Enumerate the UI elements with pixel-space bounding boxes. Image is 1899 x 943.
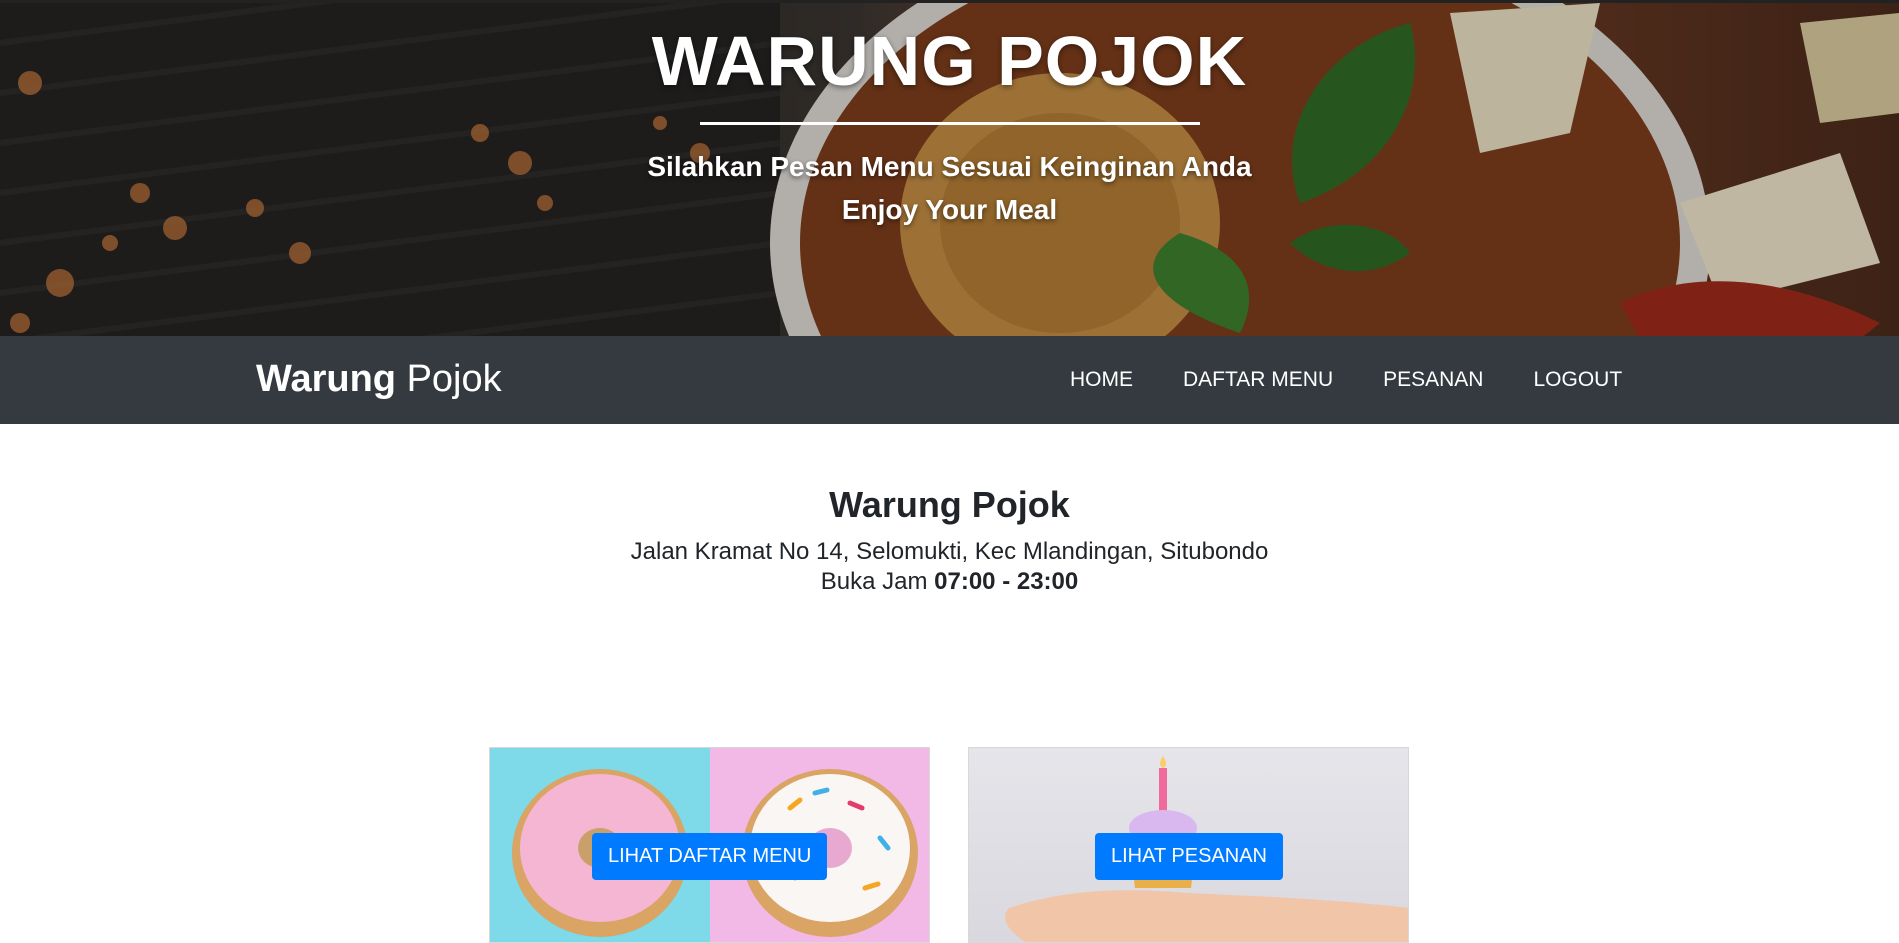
nav-logout[interactable]: LOGOUT [1533, 368, 1622, 392]
brand-light: Pojok [406, 358, 502, 400]
hours-label: Buka Jam [820, 568, 928, 595]
restaurant-name: Warung Pojok [829, 484, 1070, 525]
nav-daftar-menu[interactable]: DAFTAR MENU [1183, 368, 1333, 392]
orders-card: LIHAT PESANAN [968, 747, 1409, 943]
nav-home[interactable]: HOME [1070, 368, 1133, 392]
view-menu-button[interactable]: LIHAT DAFTAR MENU [592, 833, 828, 880]
hero-divider [700, 122, 1200, 125]
opening-hours: Buka Jam 07:00 - 23:00 [0, 568, 1899, 596]
nav-pesanan[interactable]: PESANAN [1383, 368, 1483, 392]
hero-banner: WARUNG POJOK Silahkan Pesan Menu Sesuai … [0, 0, 1899, 336]
brand-logo[interactable]: Warung Pojok [256, 358, 502, 401]
hero-title: WARUNG POJOK [651, 22, 1248, 100]
hero-subtitle: Silahkan Pesan Menu Sesuai Keinginan And… [647, 151, 1252, 182]
nav-links: HOME DAFTAR MENU PESANAN LOGOUT [1070, 368, 1672, 392]
menu-card: LIHAT DAFTAR MENU [489, 747, 930, 943]
brand-bold: Warung [256, 358, 397, 400]
hours-value: 07:00 - 23:00 [934, 568, 1079, 595]
restaurant-address: Jalan Kramat No 14, Selomukti, Kec Mland… [630, 538, 1269, 565]
view-orders-button[interactable]: LIHAT PESANAN [1095, 833, 1283, 880]
navbar: Warung Pojok HOME DAFTAR MENU PESANAN LO… [0, 336, 1899, 424]
hero-tagline: Enjoy Your Meal [841, 194, 1058, 225]
